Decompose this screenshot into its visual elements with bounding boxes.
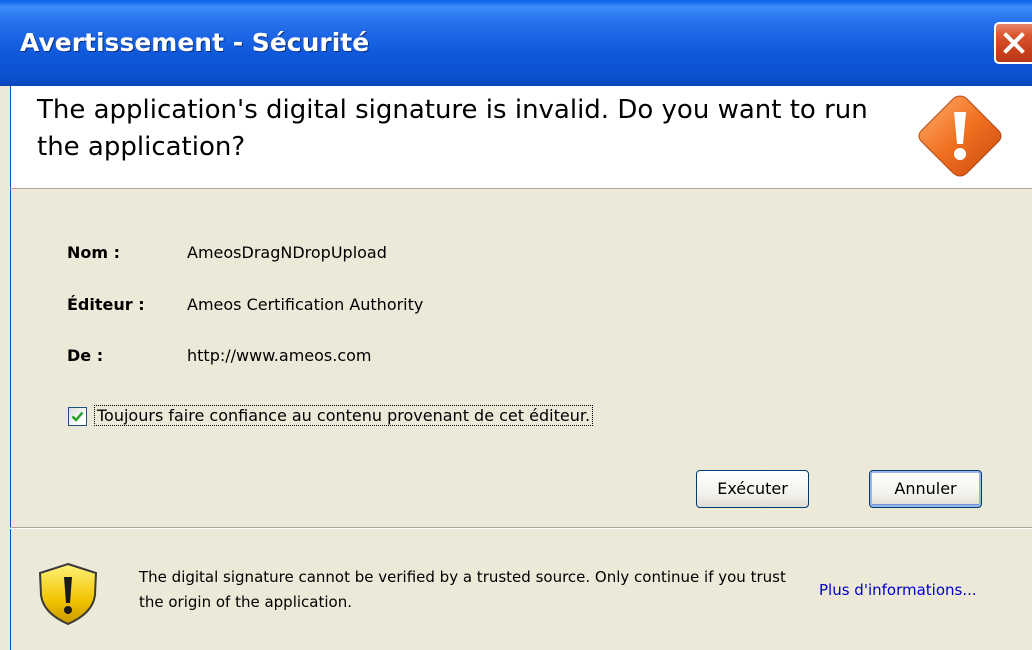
warning-diamond-icon (918, 95, 1002, 177)
trust-publisher-checkbox[interactable] (68, 407, 87, 426)
more-info-link[interactable]: Plus d'informations... (819, 581, 977, 599)
dialog-header: The application's digital signature is i… (10, 86, 1032, 188)
dialog-body: Nom : AmeosDragNDropUpload Éditeur : Ame… (10, 189, 1032, 527)
dialog-headline: The application's digital signature is i… (37, 95, 868, 162)
from-label: De : (67, 346, 104, 365)
window-title: Avertissement - Sécurité (20, 28, 370, 57)
name-label: Nom : (67, 243, 121, 262)
name-value: AmeosDragNDropUpload (187, 243, 387, 262)
security-warning-dialog: Avertissement - Sécurité The application… (0, 0, 1032, 650)
trust-publisher-label[interactable]: Toujours faire confiance au contenu prov… (93, 405, 594, 426)
warning-shield-icon (38, 562, 98, 626)
title-bar[interactable]: Avertissement - Sécurité (0, 0, 1032, 86)
publisher-label: Éditeur : (67, 295, 145, 314)
close-button[interactable] (994, 22, 1032, 64)
checkmark-icon (71, 411, 84, 422)
close-icon (1003, 32, 1025, 54)
footer-message: The digital signature cannot be verified… (139, 568, 786, 611)
cancel-button[interactable]: Annuler (869, 470, 982, 508)
publisher-value: Ameos Certification Authority (187, 295, 424, 314)
from-value: http://www.ameos.com (187, 346, 372, 365)
run-button[interactable]: Exécuter (696, 470, 809, 508)
dialog-footer: The digital signature cannot be verified… (10, 529, 1032, 650)
